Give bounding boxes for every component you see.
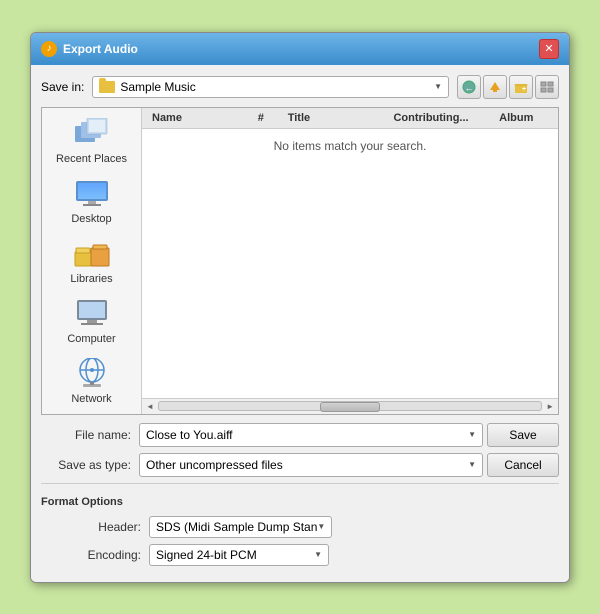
- sidebar-item-label: Recent Places: [56, 153, 127, 165]
- network-icon: [72, 357, 112, 391]
- header-label: Header:: [61, 520, 141, 534]
- recent-places-icon: [72, 117, 112, 151]
- encoding-value: Signed 24-bit PCM: [156, 548, 257, 562]
- sidebar-item-label: Libraries: [70, 273, 112, 285]
- save-in-row: Save in: Sample Music ▼ ←: [41, 75, 559, 99]
- col-album: Album: [495, 111, 552, 125]
- format-options-label: Format Options: [41, 496, 559, 508]
- svg-text:←: ←: [465, 83, 474, 93]
- filetype-row: Save as type: Other uncompressed files ▼…: [41, 453, 559, 477]
- desktop-icon: [72, 177, 112, 211]
- header-select[interactable]: SDS (Midi Sample Dump Stan ▼: [149, 516, 332, 538]
- sidebar-item-network[interactable]: Network: [47, 353, 137, 409]
- save-button[interactable]: Save: [487, 423, 559, 447]
- app-icon: ♪: [41, 41, 57, 57]
- close-button[interactable]: ✕: [539, 39, 559, 59]
- header-row: Header: SDS (Midi Sample Dump Stan ▼: [61, 516, 559, 538]
- filename-dropdown-arrow-icon: ▼: [468, 430, 476, 439]
- scroll-right-arrow[interactable]: ►: [544, 402, 556, 411]
- up-button[interactable]: [483, 75, 507, 99]
- sidebar-item-label: Computer: [67, 333, 115, 345]
- dropdown-arrow-icon: ▼: [434, 82, 442, 91]
- horizontal-scrollbar[interactable]: ◄ ►: [142, 398, 558, 414]
- back-button[interactable]: ←: [457, 75, 481, 99]
- col-num: #: [254, 111, 284, 125]
- encoding-row: Encoding: Signed 24-bit PCM ▼: [61, 544, 559, 566]
- encoding-select[interactable]: Signed 24-bit PCM ▼: [149, 544, 329, 566]
- views-button[interactable]: [535, 75, 559, 99]
- sidebar-item-libraries[interactable]: Libraries: [47, 233, 137, 289]
- encoding-dropdown-arrow-icon: ▼: [314, 550, 322, 559]
- filetype-select[interactable]: Other uncompressed files ▼: [139, 453, 483, 477]
- filetype-label: Save as type:: [41, 458, 131, 472]
- filename-input-wrapper: Close to You.aiff ▼ Save: [139, 423, 559, 447]
- filetype-dropdown-arrow-icon: ▼: [468, 460, 476, 469]
- computer-icon: [72, 297, 112, 331]
- sidebar-item-desktop[interactable]: Desktop: [47, 173, 137, 229]
- dialog-body: Save in: Sample Music ▼ ←: [31, 65, 569, 582]
- title-bar-left: ♪ Export Audio: [41, 41, 138, 57]
- format-inner: Header: SDS (Midi Sample Dump Stan ▼ Enc…: [41, 516, 559, 566]
- title-bar: ♪ Export Audio ✕: [31, 33, 569, 65]
- header-dropdown-arrow-icon: ▼: [317, 522, 325, 531]
- export-audio-dialog: ♪ Export Audio ✕ Save in: Sample Music ▼…: [30, 32, 570, 583]
- dialog-title: Export Audio: [63, 42, 138, 56]
- save-in-dropdown[interactable]: Sample Music ▼: [92, 76, 449, 98]
- scroll-left-arrow[interactable]: ◄: [144, 402, 156, 411]
- filename-label: File name:: [41, 428, 131, 442]
- libraries-icon: [72, 237, 112, 271]
- sidebar: Recent Places: [42, 108, 142, 414]
- cancel-button[interactable]: Cancel: [487, 453, 559, 477]
- folder-icon: [99, 81, 115, 93]
- save-in-label: Save in:: [41, 80, 84, 94]
- new-folder-button[interactable]: +: [509, 75, 533, 99]
- filename-row: File name: Close to You.aiff ▼ Save: [41, 423, 559, 447]
- file-list-content: No items match your search.: [142, 129, 558, 398]
- empty-message: No items match your search.: [274, 139, 427, 153]
- file-table-header: Name # Title Contributing... Album: [142, 108, 558, 129]
- toolbar-icons: ← +: [457, 75, 559, 99]
- scroll-track[interactable]: [158, 401, 542, 411]
- format-options-section: Format Options Header: SDS (Midi Sample …: [41, 483, 559, 566]
- filename-input[interactable]: Close to You.aiff ▼: [139, 423, 483, 447]
- sidebar-item-recent-places[interactable]: Recent Places: [47, 113, 137, 169]
- filetype-input-wrapper: Other uncompressed files ▼ Cancel: [139, 453, 559, 477]
- col-name: Name: [148, 111, 254, 125]
- scroll-thumb[interactable]: [320, 402, 380, 412]
- filetype-value: Other uncompressed files: [146, 458, 283, 472]
- sidebar-item-computer[interactable]: Computer: [47, 293, 137, 349]
- filename-value: Close to You.aiff: [146, 428, 233, 442]
- svg-text:+: +: [522, 86, 526, 93]
- file-area: Name # Title Contributing... Album No it…: [142, 108, 558, 414]
- sidebar-item-label: Network: [71, 393, 111, 405]
- header-value: SDS (Midi Sample Dump Stan: [156, 520, 317, 534]
- col-contrib: Contributing...: [389, 111, 495, 125]
- col-title: Title: [284, 111, 390, 125]
- encoding-label: Encoding:: [61, 548, 141, 562]
- save-in-value: Sample Music: [120, 80, 195, 94]
- sidebar-item-label: Desktop: [71, 213, 111, 225]
- main-area: Recent Places: [41, 107, 559, 415]
